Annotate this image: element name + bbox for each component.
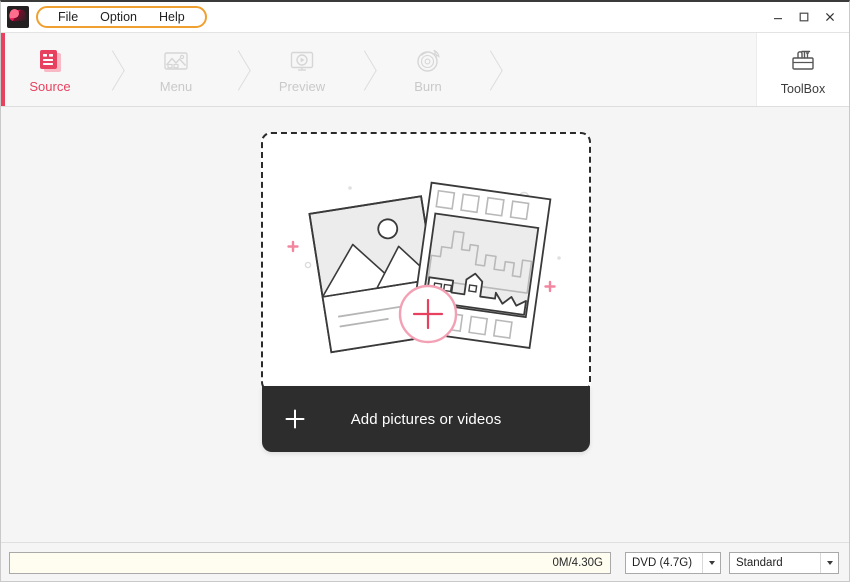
image-landscape-icon <box>161 46 191 76</box>
menu-item-option[interactable]: Option <box>89 7 148 27</box>
toolbox-icon <box>787 44 819 79</box>
window-controls <box>765 2 843 32</box>
maximize-icon <box>798 11 810 23</box>
documents-stack-icon <box>35 46 65 76</box>
plus-icon <box>284 408 306 430</box>
menu-item-file[interactable]: File <box>47 7 89 27</box>
application-window: File Option Help <box>0 0 850 582</box>
main-content: Add pictures or videos <box>1 107 849 542</box>
tab-preview-label: Preview <box>279 79 325 94</box>
add-media-card: Add pictures or videos <box>261 132 591 457</box>
app-logo-icon <box>7 6 29 28</box>
quality-select[interactable]: Standard <box>729 552 839 574</box>
disc-type-value: DVD (4.7G) <box>632 557 692 569</box>
toolbox-button[interactable]: ToolBox <box>756 33 849 106</box>
status-bar: 0M/4.30G DVD (4.7G) Standard <box>1 542 849 582</box>
disc-type-select[interactable]: DVD (4.7G) <box>625 552 721 574</box>
toolbox-label: ToolBox <box>781 82 825 96</box>
title-bar: File Option Help <box>1 2 849 33</box>
step-toolbar: Source Menu <box>1 33 849 107</box>
drop-zone[interactable] <box>261 132 591 392</box>
tab-preview[interactable]: Preview <box>257 33 347 106</box>
add-pictures-or-videos-label: Add pictures or videos <box>262 411 590 428</box>
photos-filmstrip-illustration <box>263 134 593 394</box>
menu-bar: File Option Help <box>36 6 207 28</box>
step-list: Source Menu <box>5 33 509 106</box>
step-separator-3 <box>347 33 383 106</box>
add-pictures-or-videos-button[interactable]: Add pictures or videos <box>262 386 590 452</box>
tab-menu[interactable]: Menu <box>131 33 221 106</box>
step-separator-1 <box>95 33 131 106</box>
tab-burn[interactable]: Burn <box>383 33 473 106</box>
tab-source-label: Source <box>29 79 70 94</box>
maximize-button[interactable] <box>791 4 817 30</box>
chevron-down-icon[interactable] <box>702 553 720 573</box>
tab-burn-label: Burn <box>414 79 441 94</box>
minimize-button[interactable] <box>765 4 791 30</box>
minimize-icon <box>772 11 784 23</box>
step-separator-4 <box>473 33 509 106</box>
disc-flame-icon <box>413 46 443 76</box>
close-button[interactable] <box>817 4 843 30</box>
quality-value: Standard <box>736 557 783 569</box>
chevron-down-icon[interactable] <box>820 553 838 573</box>
tab-menu-label: Menu <box>160 79 193 94</box>
disc-capacity-bar: 0M/4.30G <box>9 552 611 574</box>
close-icon <box>824 11 836 23</box>
step-separator-2 <box>221 33 257 106</box>
capacity-label: 0M/4.30G <box>553 557 611 569</box>
monitor-play-icon <box>287 46 317 76</box>
tab-source[interactable]: Source <box>5 33 95 106</box>
menu-item-help[interactable]: Help <box>148 7 196 27</box>
